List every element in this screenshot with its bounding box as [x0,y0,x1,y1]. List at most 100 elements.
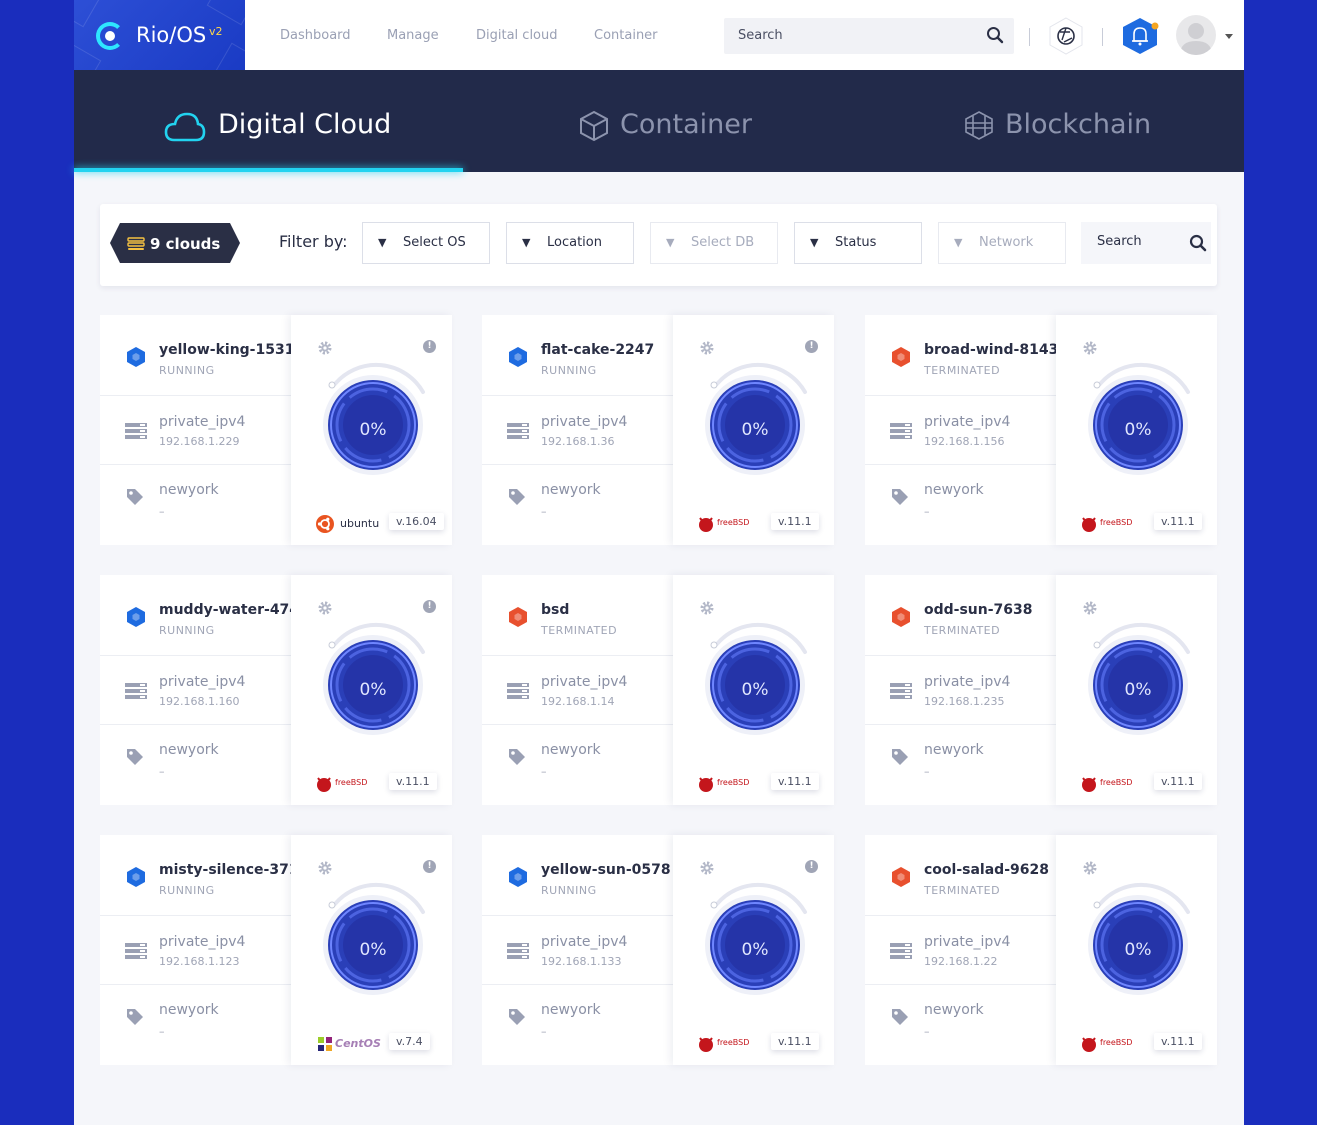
cloud-location: newyork [541,742,601,758]
cloud-card[interactable]: muddy-water-4743 RUNNING private_ipv4 192.1… [100,575,452,805]
ip-address: 192.168.1.156 [924,435,1005,448]
cloud-status: TERMINATED [924,364,1001,377]
gear-icon[interactable] [1082,340,1098,356]
status-hex-icon [127,867,145,887]
cloud-status: TERMINATED [924,624,1001,637]
cloud-name[interactable]: broad-wind-8143 [924,342,1058,358]
network-type: private_ipv4 [924,674,1011,690]
select-location[interactable]: ▼ Location [506,222,634,264]
cloud-name[interactable]: misty-silence-3719 [159,862,308,878]
select-status[interactable]: ▼ Status [794,222,922,264]
cloud-name[interactable]: yellow-king-1531 [159,342,294,358]
tab-digital-cloud[interactable]: Digital Cloud [74,70,464,172]
gear-icon[interactable] [317,600,333,616]
cloud-card[interactable]: yellow-sun-0578 RUNNING private_ipv4 192.16… [482,835,834,1065]
cloud-status: RUNNING [159,624,215,637]
cloud-name[interactable]: muddy-water-4743 [159,602,309,618]
gear-icon[interactable] [699,860,715,876]
stack-icon [127,237,145,250]
status-hex-icon [892,607,910,627]
nav-dashboard[interactable]: Dashboard [280,28,351,43]
avatar[interactable] [1176,15,1216,55]
cloud-usage-panel: ! 0% ubuntu v.16.04 [291,315,452,545]
status-hex-icon [892,867,910,887]
cloud-card[interactable]: bsd TERMINATED private_ipv4 192.168.1.14 new… [482,575,834,805]
gear-icon[interactable] [317,860,333,876]
search-icon[interactable] [1189,234,1207,252]
network-type: private_ipv4 [159,414,246,430]
info-icon[interactable]: ! [423,860,436,873]
cloud-location: newyork [159,482,219,498]
gear-icon[interactable] [1082,600,1098,616]
nav-container[interactable]: Container [594,28,658,43]
location-detail: – [541,1025,547,1038]
cloud-details: yellow-sun-0578 RUNNING private_ipv4 192.16… [482,835,673,1065]
ip-address: 192.168.1.235 [924,695,1005,708]
cloud-location: newyork [541,1002,601,1018]
cloud-name[interactable]: flat-cake-2247 [541,342,654,358]
tag-icon [892,489,908,505]
cloud-usage-panel: 0% freeBSD v.11.1 [1056,575,1217,805]
gear-icon[interactable] [1082,860,1098,876]
location-detail: – [159,765,165,778]
tab-container[interactable]: Container [464,70,854,172]
location-detail: – [159,1025,165,1038]
gear-icon[interactable] [317,340,333,356]
tab-blockchain[interactable]: Blockchain [854,70,1244,172]
cloud-name[interactable]: yellow-sun-0578 [541,862,671,878]
search-icon[interactable] [986,26,1004,44]
freebsd-logo-icon [699,777,713,792]
ip-address: 192.168.1.123 [159,955,240,968]
ip-address: 192.168.1.160 [159,695,240,708]
cloud-status: TERMINATED [541,624,618,637]
server-icon [890,423,912,439]
cloud-card[interactable]: misty-silence-3719 RUNNING private_ipv4 192… [100,835,452,1065]
divider [1102,28,1103,46]
cloud-status: RUNNING [541,884,597,897]
chevron-down-icon[interactable] [1225,34,1233,39]
info-icon[interactable]: ! [805,860,818,873]
location-detail: – [924,765,930,778]
tab-label: Container [620,109,752,140]
select-network[interactable]: ▼ Network [938,222,1066,264]
freebsd-logo-icon [317,777,331,792]
cloud-card[interactable]: cool-salad-9628 TERMINATED private_ipv4 192… [865,835,1217,1065]
select-db[interactable]: ▼ Select DB [650,222,778,264]
server-icon [125,683,147,699]
nav-manage[interactable]: Manage [387,28,439,43]
os-name: freeBSD [1100,778,1133,787]
info-icon[interactable]: ! [423,600,436,613]
app-version: v2 [209,25,223,38]
nav-digital-cloud[interactable]: Digital cloud [476,28,558,43]
server-icon [507,683,529,699]
info-icon[interactable]: ! [423,340,436,353]
filter-label: Filter by: [279,232,348,251]
logo[interactable]: Rio/OS v2 [74,0,245,70]
network-type: private_ipv4 [541,674,628,690]
cloud-name[interactable]: bsd [541,602,569,618]
notifications-button[interactable] [1118,16,1162,56]
status-hex-icon [509,867,527,887]
apps-button[interactable] [1046,16,1086,56]
os-name: freeBSD [335,778,368,787]
tag-icon [509,489,525,505]
gear-icon[interactable] [699,340,715,356]
cloud-card[interactable]: broad-wind-8143 TERMINATED private_ipv4 192… [865,315,1217,545]
os-version: v.7.4 [389,1033,430,1050]
cloud-usage-panel: ! 0% freeBSD v.11.1 [673,315,834,545]
info-icon[interactable]: ! [805,340,818,353]
search-input[interactable]: Search [724,18,1014,54]
cloud-details: misty-silence-3719 RUNNING private_ipv4 192… [100,835,308,1065]
cloud-name[interactable]: cool-salad-9628 [924,862,1049,878]
cloud-details: odd-sun-7638 TERMINATED private_ipv4 192.16… [865,575,1056,805]
cloud-name[interactable]: odd-sun-7638 [924,602,1033,618]
filter-search-input[interactable]: Search [1081,222,1211,264]
gear-icon[interactable] [699,600,715,616]
user-avatar-icon [1180,23,1212,55]
cloud-card[interactable]: flat-cake-2247 RUNNING private_ipv4 192.168… [482,315,834,545]
freebsd-logo-icon [699,517,713,532]
cloud-card[interactable]: yellow-king-1531 RUNNING private_ipv4 192.1… [100,315,452,545]
select-os[interactable]: ▼ Select OS [362,222,490,264]
ubuntu-logo-icon [316,515,334,533]
cloud-card[interactable]: odd-sun-7638 TERMINATED private_ipv4 192.16… [865,575,1217,805]
